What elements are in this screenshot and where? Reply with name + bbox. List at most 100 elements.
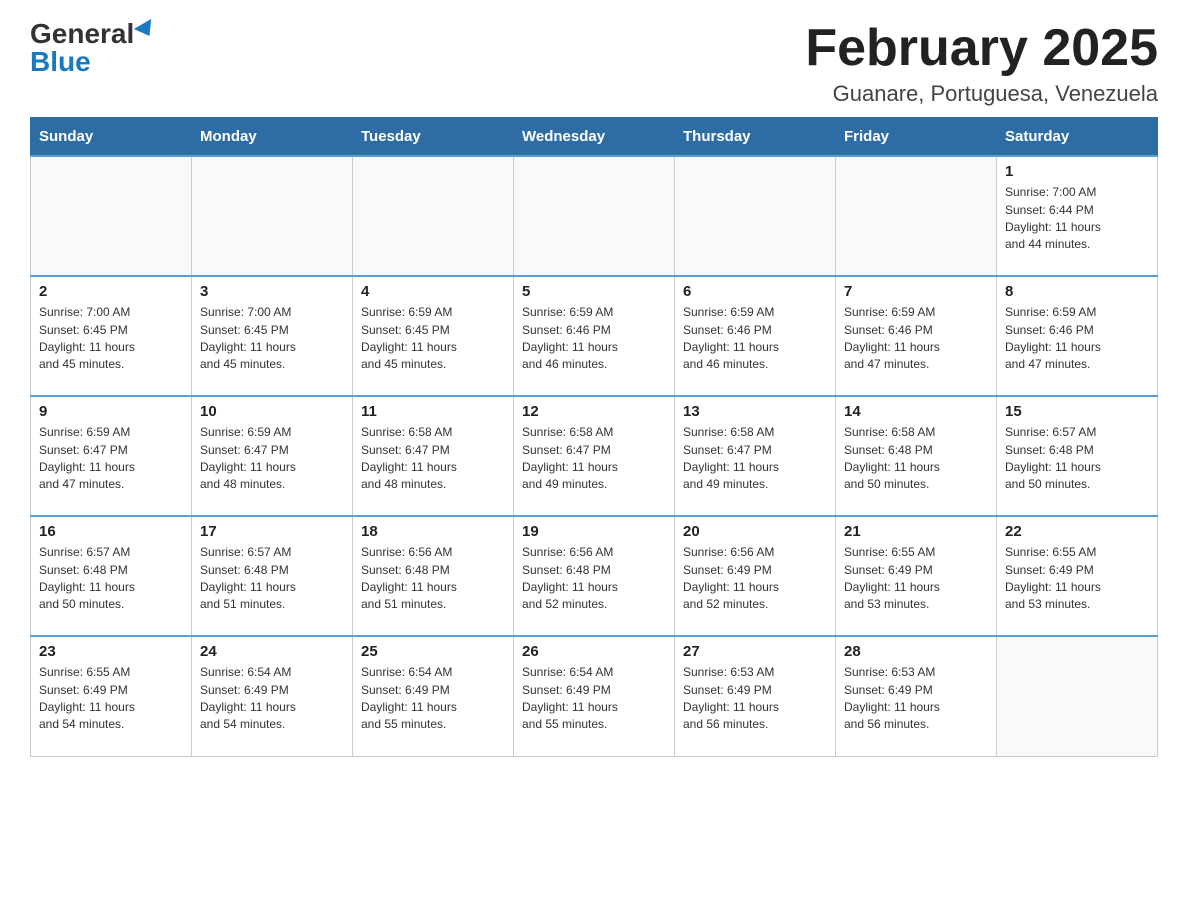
calendar-cell	[997, 636, 1158, 756]
calendar-header: SundayMondayTuesdayWednesdayThursdayFrid…	[31, 118, 1158, 157]
day-info: Sunrise: 7:00 AM Sunset: 6:44 PM Dayligh…	[1005, 184, 1149, 254]
day-number: 5	[522, 283, 666, 300]
day-number: 4	[361, 283, 505, 300]
day-info: Sunrise: 6:58 AM Sunset: 6:47 PM Dayligh…	[361, 424, 505, 494]
day-number: 6	[683, 283, 827, 300]
day-number: 19	[522, 523, 666, 540]
calendar-cell: 12 Sunrise: 6:58 AM Sunset: 6:47 PM Dayli…	[514, 396, 675, 516]
day-info: Sunrise: 7:00 AM Sunset: 6:45 PM Dayligh…	[39, 304, 183, 374]
calendar-cell: 15Sunrise: 6:57 AM Sunset: 6:48 PM Dayli…	[997, 396, 1158, 516]
calendar-cell: 3Sunrise: 7:00 AM Sunset: 6:45 PM Daylig…	[192, 276, 353, 396]
day-number: 24	[200, 643, 344, 660]
calendar-table: SundayMondayTuesdayWednesdayThursdayFrid…	[30, 117, 1158, 757]
calendar-cell	[675, 156, 836, 276]
day-info: Sunrise: 6:59 AM Sunset: 6:45 PM Dayligh…	[361, 304, 505, 374]
day-info: Sunrise: 6:55 AM Sunset: 6:49 PM Dayligh…	[844, 544, 988, 614]
day-number: 15	[1005, 403, 1149, 420]
title-section: February 2025 Guanare, Portuguesa, Venez…	[805, 20, 1158, 107]
calendar-cell	[192, 156, 353, 276]
day-number: 18	[361, 523, 505, 540]
weekday-header-thursday: Thursday	[675, 118, 836, 157]
calendar-cell: 27 Sunrise: 6:53 AM Sunset: 6:49 PM Dayli…	[675, 636, 836, 756]
day-number: 12	[522, 403, 666, 420]
day-number: 8	[1005, 283, 1149, 300]
day-info: Sunrise: 6:59 AM Sunset: 6:46 PM Dayligh…	[522, 304, 666, 374]
calendar-cell: 1 Sunrise: 7:00 AM Sunset: 6:44 PM Daylig…	[997, 156, 1158, 276]
day-info: Sunrise: 6:55 AM Sunset: 6:49 PM Dayligh…	[39, 664, 183, 734]
calendar-cell: 22 Sunrise: 6:55 AM Sunset: 6:49 PM Dayli…	[997, 516, 1158, 636]
day-info: Sunrise: 6:57 AM Sunset: 6:48 PM Dayligh…	[200, 544, 344, 614]
day-info: Sunrise: 6:54 AM Sunset: 6:49 PM Dayligh…	[361, 664, 505, 734]
day-info: Sunrise: 6:59 AM Sunset: 6:47 PM Dayligh…	[39, 424, 183, 494]
weekday-header-wednesday: Wednesday	[514, 118, 675, 157]
calendar-cell	[353, 156, 514, 276]
day-number: 11	[361, 403, 505, 420]
location-title: Guanare, Portuguesa, Venezuela	[805, 81, 1158, 107]
day-info: Sunrise: 6:59 AM Sunset: 6:46 PM Dayligh…	[683, 304, 827, 374]
calendar-cell: 23 Sunrise: 6:55 AM Sunset: 6:49 PM Dayli…	[31, 636, 192, 756]
weekday-header-sunday: Sunday	[31, 118, 192, 157]
day-info: Sunrise: 6:58 AM Sunset: 6:47 PM Dayligh…	[522, 424, 666, 494]
day-info: Sunrise: 6:56 AM Sunset: 6:48 PM Dayligh…	[361, 544, 505, 614]
weekday-header-tuesday: Tuesday	[353, 118, 514, 157]
day-info: Sunrise: 6:59 AM Sunset: 6:46 PM Dayligh…	[1005, 304, 1149, 374]
day-info: Sunrise: 6:54 AM Sunset: 6:49 PM Dayligh…	[200, 664, 344, 734]
weekday-header-friday: Friday	[836, 118, 997, 157]
day-info: Sunrise: 6:59 AM Sunset: 6:47 PM Dayligh…	[200, 424, 344, 494]
calendar-cell	[31, 156, 192, 276]
calendar-week-row: 2Sunrise: 7:00 AM Sunset: 6:45 PM Daylig…	[31, 276, 1158, 396]
calendar-cell: 21 Sunrise: 6:55 AM Sunset: 6:49 PM Dayli…	[836, 516, 997, 636]
calendar-cell: 11 Sunrise: 6:58 AM Sunset: 6:47 PM Dayli…	[353, 396, 514, 516]
day-number: 1	[1005, 163, 1149, 180]
calendar-cell: 25 Sunrise: 6:54 AM Sunset: 6:49 PM Dayli…	[353, 636, 514, 756]
day-info: Sunrise: 6:58 AM Sunset: 6:48 PM Dayligh…	[844, 424, 988, 494]
day-info: Sunrise: 6:53 AM Sunset: 6:49 PM Dayligh…	[683, 664, 827, 734]
calendar-cell: 14 Sunrise: 6:58 AM Sunset: 6:48 PM Dayli…	[836, 396, 997, 516]
day-number: 23	[39, 643, 183, 660]
day-info: Sunrise: 6:56 AM Sunset: 6:48 PM Dayligh…	[522, 544, 666, 614]
day-number: 7	[844, 283, 988, 300]
calendar-cell: 8 Sunrise: 6:59 AM Sunset: 6:46 PM Daylig…	[997, 276, 1158, 396]
day-number: 25	[361, 643, 505, 660]
calendar-cell: 26 Sunrise: 6:54 AM Sunset: 6:49 PM Dayli…	[514, 636, 675, 756]
weekday-header-row: SundayMondayTuesdayWednesdayThursdayFrid…	[31, 118, 1158, 157]
month-title: February 2025	[805, 20, 1158, 77]
calendar-cell: 20 Sunrise: 6:56 AM Sunset: 6:49 PM Dayli…	[675, 516, 836, 636]
calendar-body: 1 Sunrise: 7:00 AM Sunset: 6:44 PM Daylig…	[31, 156, 1158, 756]
logo-blue-text: Blue	[30, 48, 91, 76]
day-number: 26	[522, 643, 666, 660]
calendar-cell: 4 Sunrise: 6:59 AM Sunset: 6:45 PM Daylig…	[353, 276, 514, 396]
calendar-cell: 13 Sunrise: 6:58 AM Sunset: 6:47 PM Dayli…	[675, 396, 836, 516]
calendar-week-row: 1 Sunrise: 7:00 AM Sunset: 6:44 PM Daylig…	[31, 156, 1158, 276]
calendar-cell	[514, 156, 675, 276]
weekday-header-saturday: Saturday	[997, 118, 1158, 157]
day-number: 22	[1005, 523, 1149, 540]
calendar-cell: 7 Sunrise: 6:59 AM Sunset: 6:46 PM Daylig…	[836, 276, 997, 396]
day-number: 20	[683, 523, 827, 540]
day-number: 27	[683, 643, 827, 660]
calendar-cell: 2Sunrise: 7:00 AM Sunset: 6:45 PM Daylig…	[31, 276, 192, 396]
day-info: Sunrise: 6:56 AM Sunset: 6:49 PM Dayligh…	[683, 544, 827, 614]
calendar-week-row: 16 Sunrise: 6:57 AM Sunset: 6:48 PM Dayli…	[31, 516, 1158, 636]
day-info: Sunrise: 6:59 AM Sunset: 6:46 PM Dayligh…	[844, 304, 988, 374]
day-info: Sunrise: 6:55 AM Sunset: 6:49 PM Dayligh…	[1005, 544, 1149, 614]
logo-triangle-icon	[134, 19, 158, 41]
logo-general-text: General	[30, 20, 134, 48]
day-info: Sunrise: 6:54 AM Sunset: 6:49 PM Dayligh…	[522, 664, 666, 734]
calendar-cell: 5 Sunrise: 6:59 AM Sunset: 6:46 PM Daylig…	[514, 276, 675, 396]
calendar-cell: 9 Sunrise: 6:59 AM Sunset: 6:47 PM Daylig…	[31, 396, 192, 516]
calendar-cell: 16 Sunrise: 6:57 AM Sunset: 6:48 PM Dayli…	[31, 516, 192, 636]
day-number: 10	[200, 403, 344, 420]
day-number: 14	[844, 403, 988, 420]
calendar-cell	[836, 156, 997, 276]
day-number: 9	[39, 403, 183, 420]
day-number: 28	[844, 643, 988, 660]
day-info: Sunrise: 6:58 AM Sunset: 6:47 PM Dayligh…	[683, 424, 827, 494]
day-info: Sunrise: 6:57 AM Sunset: 6:48 PM Dayligh…	[39, 544, 183, 614]
calendar-cell: 24 Sunrise: 6:54 AM Sunset: 6:49 PM Dayli…	[192, 636, 353, 756]
day-number: 21	[844, 523, 988, 540]
page-header: General Blue February 2025 Guanare, Port…	[30, 20, 1158, 107]
day-number: 16	[39, 523, 183, 540]
calendar-cell: 28Sunrise: 6:53 AM Sunset: 6:49 PM Dayli…	[836, 636, 997, 756]
day-number: 13	[683, 403, 827, 420]
